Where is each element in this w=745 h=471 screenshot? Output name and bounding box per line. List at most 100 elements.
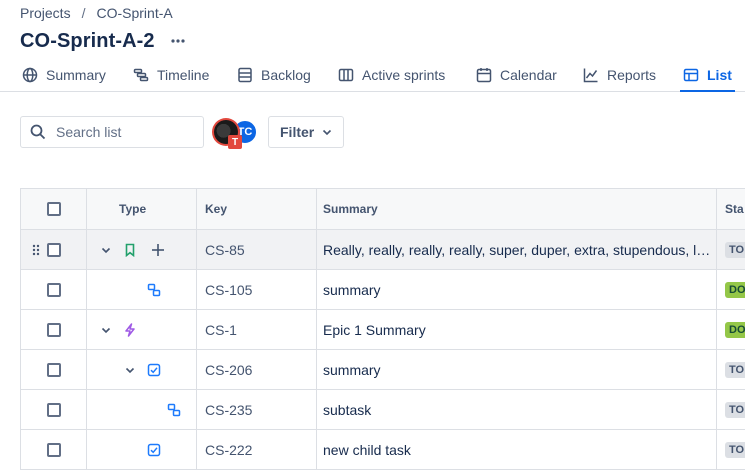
row-select-cell bbox=[21, 430, 87, 469]
issue-summary-cell: new child task bbox=[317, 430, 717, 469]
row-select-cell bbox=[21, 310, 87, 349]
tab-reports[interactable]: Reports bbox=[583, 63, 656, 91]
issue-status-cell: TO DO bbox=[717, 350, 745, 389]
tab-summary[interactable]: Summary bbox=[22, 63, 106, 91]
task-icon bbox=[146, 442, 162, 458]
breadcrumb-project-link[interactable]: CO-Sprint-A bbox=[96, 5, 172, 21]
row-checkbox[interactable] bbox=[47, 442, 61, 457]
tab-backlog-label: Backlog bbox=[261, 67, 311, 83]
table-row[interactable]: CS-105 summary DONE bbox=[21, 270, 745, 310]
row-checkbox[interactable] bbox=[47, 242, 61, 257]
breadcrumb-separator: / bbox=[81, 5, 86, 21]
tab-timeline-label: Timeline bbox=[157, 67, 210, 83]
tab-active-sprints-label: Active sprints bbox=[362, 67, 446, 83]
tab-list[interactable]: List bbox=[680, 63, 735, 92]
row-type-cell bbox=[87, 230, 197, 269]
drag-handle-icon[interactable] bbox=[32, 244, 40, 256]
story-icon bbox=[122, 242, 138, 258]
tab-calendar-label: Calendar bbox=[500, 67, 557, 83]
issue-summary-cell: Epic 1 Summary bbox=[317, 310, 717, 349]
issue-summary-cell: summary bbox=[317, 270, 717, 309]
table-row[interactable]: CS-235 subtask TO DO bbox=[21, 390, 745, 430]
header-summary[interactable]: Summary bbox=[317, 189, 717, 229]
table-row[interactable]: CS-1 Epic 1 Summary DONE bbox=[21, 310, 745, 350]
tab-summary-label: Summary bbox=[46, 67, 106, 83]
issue-status-cell: DONE bbox=[717, 270, 745, 309]
tab-active-sprints[interactable]: Active sprints bbox=[338, 63, 445, 91]
row-type-cell bbox=[87, 270, 197, 309]
issue-key[interactable]: CS-1 bbox=[197, 310, 317, 349]
select-all-checkbox[interactable] bbox=[47, 202, 61, 216]
row-type-cell bbox=[87, 430, 197, 469]
issue-summary-cell: subtask bbox=[317, 390, 717, 429]
status-lozenge[interactable]: TO DO bbox=[725, 401, 745, 418]
project-tabs: Summary Timeline Backlog Active sprints … bbox=[0, 63, 745, 92]
issue-key[interactable]: CS-105 bbox=[197, 270, 317, 309]
row-type-cell bbox=[87, 350, 197, 389]
chevron-down-icon[interactable] bbox=[99, 243, 113, 257]
issue-summary[interactable]: Epic 1 Summary bbox=[323, 322, 711, 338]
breadcrumb-projects-link[interactable]: Projects bbox=[20, 5, 71, 21]
issue-summary-cell: summary bbox=[317, 350, 717, 389]
tab-list-label: List bbox=[707, 67, 732, 83]
tab-timeline[interactable]: Timeline bbox=[133, 63, 209, 91]
status-lozenge[interactable]: TO DO bbox=[725, 441, 745, 458]
issue-key[interactable]: CS-206 bbox=[197, 350, 317, 389]
row-checkbox[interactable] bbox=[47, 282, 61, 297]
issue-summary[interactable]: new child task bbox=[323, 442, 711, 458]
chart-icon bbox=[583, 67, 599, 83]
header-key[interactable]: Key bbox=[197, 189, 317, 229]
avatar-user-photo[interactable]: T bbox=[212, 118, 242, 149]
issues-table: Type Key Summary Sta CS-85 Really, reall… bbox=[20, 188, 745, 470]
issue-summary-cell: Really, really, really, really, super, d… bbox=[317, 230, 717, 269]
globe-icon bbox=[22, 67, 38, 83]
row-checkbox[interactable] bbox=[47, 322, 61, 337]
list-icon bbox=[683, 67, 699, 83]
tab-calendar[interactable]: Calendar bbox=[476, 63, 557, 91]
search-icon bbox=[30, 124, 46, 140]
row-select-cell bbox=[21, 270, 87, 309]
chevron-down-icon[interactable] bbox=[99, 323, 113, 337]
header-type[interactable]: Type bbox=[87, 189, 197, 229]
timeline-icon bbox=[133, 67, 149, 83]
issue-key[interactable]: CS-235 bbox=[197, 390, 317, 429]
status-lozenge[interactable]: DONE bbox=[725, 281, 745, 298]
add-child-icon[interactable] bbox=[150, 242, 166, 258]
breadcrumb: Projects / CO-Sprint-A bbox=[20, 4, 173, 22]
status-lozenge[interactable]: TO DO bbox=[725, 241, 745, 258]
issue-summary[interactable]: subtask bbox=[323, 402, 711, 418]
search-input[interactable] bbox=[56, 124, 196, 140]
row-select-cell bbox=[21, 390, 87, 429]
subtask-icon bbox=[166, 402, 182, 418]
issue-key[interactable]: CS-85 bbox=[197, 230, 317, 269]
status-lozenge[interactable]: DONE bbox=[725, 321, 745, 338]
table-header-row: Type Key Summary Sta bbox=[21, 189, 745, 230]
backlog-icon bbox=[237, 67, 253, 83]
tab-backlog[interactable]: Backlog bbox=[237, 63, 311, 91]
issue-status-cell: DONE bbox=[717, 310, 745, 349]
issue-summary[interactable]: summary bbox=[323, 282, 711, 298]
chevron-down-icon bbox=[321, 126, 333, 138]
title-row: CO-Sprint-A-2 bbox=[20, 28, 187, 54]
search-field[interactable] bbox=[20, 116, 204, 148]
chevron-down-icon[interactable] bbox=[123, 363, 137, 377]
page-title: CO-Sprint-A-2 bbox=[20, 29, 155, 52]
issue-key[interactable]: CS-222 bbox=[197, 430, 317, 469]
row-select-cell bbox=[21, 350, 87, 389]
status-lozenge[interactable]: TO DO bbox=[725, 361, 745, 378]
calendar-icon bbox=[476, 67, 492, 83]
row-checkbox[interactable] bbox=[47, 362, 61, 377]
table-row[interactable]: CS-222 new child task TO DO bbox=[21, 430, 745, 470]
issue-summary[interactable]: Really, really, really, really, super, d… bbox=[323, 242, 711, 258]
board-icon bbox=[338, 67, 354, 83]
task-icon bbox=[146, 362, 162, 378]
issue-summary[interactable]: summary bbox=[323, 362, 711, 378]
epic-icon bbox=[122, 322, 138, 338]
row-checkbox[interactable] bbox=[47, 402, 61, 417]
table-row[interactable]: CS-85 Really, really, really, really, su… bbox=[21, 230, 745, 270]
filter-button[interactable]: Filter bbox=[268, 116, 344, 148]
tab-reports-label: Reports bbox=[607, 67, 657, 83]
table-row[interactable]: CS-206 summary TO DO bbox=[21, 350, 745, 390]
header-status[interactable]: Sta bbox=[717, 189, 745, 229]
more-actions-button[interactable] bbox=[169, 32, 187, 50]
